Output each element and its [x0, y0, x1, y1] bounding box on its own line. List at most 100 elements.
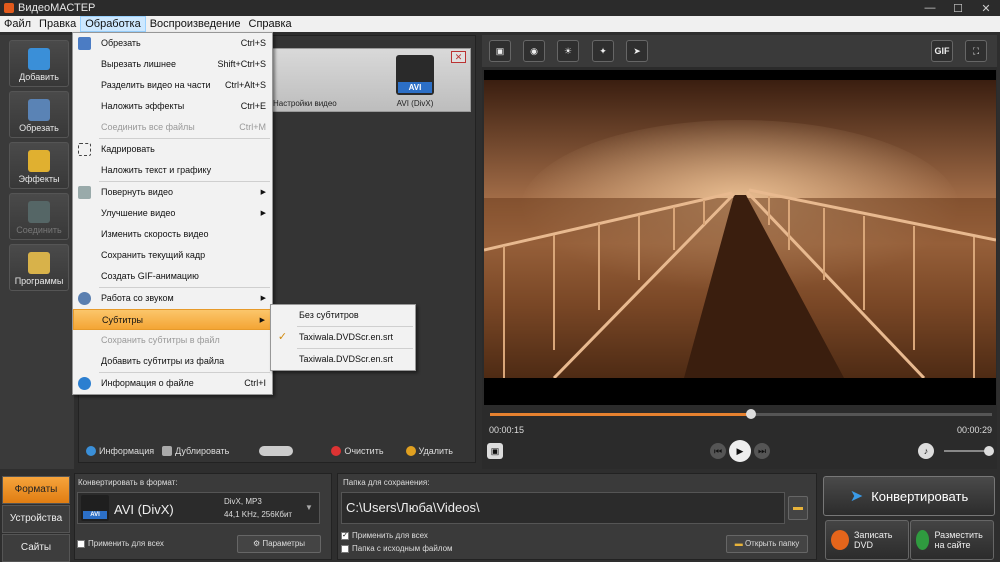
info-icon [86, 446, 96, 456]
menu-item-crop[interactable]: Кадрировать [73, 139, 272, 160]
save-folder-label: Папка для сохранения: [343, 478, 430, 487]
folder-icon[interactable]: ▬ [788, 496, 808, 520]
menu-item-speed[interactable]: Изменить скорость видео [73, 224, 272, 245]
effects-icon [28, 150, 50, 172]
checkbox[interactable] [341, 544, 349, 553]
crop-tool-icon[interactable]: ▣ [489, 40, 511, 62]
rotate-icon [78, 186, 91, 199]
fullscreen-icon[interactable]: ⛶ [965, 40, 987, 62]
publish-icon [916, 530, 930, 550]
snapshot-icon[interactable]: ◉ [523, 40, 545, 62]
info-button[interactable]: Информация [86, 446, 154, 456]
menu-item-effects[interactable]: Наложить эффекты Ctrl+E [73, 96, 272, 117]
volume-handle[interactable] [984, 446, 994, 456]
apply-all-folder[interactable]: ✓ Применить для всех [341, 531, 428, 540]
params-button[interactable]: ⚙ Параметры [237, 535, 321, 553]
clear-button[interactable]: Очистить [331, 446, 384, 456]
menu-item-sound[interactable]: Работа со звуком ▶ [73, 288, 272, 309]
menu-playback[interactable]: Воспроизведение [146, 16, 245, 32]
duplicate-icon [162, 446, 173, 456]
cut-icon [78, 37, 91, 50]
join-button[interactable]: Соединить [9, 193, 69, 240]
folder-open-icon: ▬ [734, 539, 745, 548]
clear-icon [331, 446, 342, 456]
seek-handle[interactable] [746, 409, 757, 419]
effects-button[interactable]: Эффекты [9, 142, 69, 189]
cut-button[interactable]: Обрезать [9, 91, 69, 138]
subtitle-option-2[interactable]: Taxiwala.DVDScr.en.srt [271, 349, 415, 370]
file-remove-button[interactable]: ✕ [451, 51, 466, 63]
menu-item-subtitles[interactable]: Субтитры ▶ [73, 309, 272, 330]
checkbox-checked[interactable]: ✓ [341, 531, 349, 540]
submenu-arrow-icon: ▶ [259, 317, 265, 324]
maximize-icon[interactable]: ☐ [944, 0, 972, 16]
menu-edit[interactable]: Правка [35, 16, 80, 32]
duplicate-button[interactable]: Дублировать [162, 446, 229, 456]
view-toggle-icon [259, 446, 294, 456]
enhance-icon[interactable]: ✦ [592, 40, 614, 62]
file-tools: Информация Дублировать Очистить Удалить [78, 440, 476, 462]
source-folder-option[interactable]: Папка с исходным файлом [341, 544, 453, 553]
menu-item-text-graphics[interactable]: Наложить текст и графику [73, 160, 272, 181]
join-icon [28, 201, 50, 223]
menu-item-cut[interactable]: Обрезать Ctrl+S [73, 33, 272, 54]
checkmark-icon: ✓ [277, 331, 288, 343]
apply-all-format[interactable]: Применить для всех [77, 539, 164, 548]
title-bar: ВидеоМАСТЕР — ☐ ✕ [0, 0, 1000, 16]
menu-help[interactable]: Справка [245, 16, 296, 32]
speed-icon[interactable]: ➤ [626, 40, 648, 62]
volume-icon[interactable]: ♪ [918, 443, 934, 459]
gear-icon: ⚙ [252, 539, 263, 548]
submenu-arrow-icon: ▶ [260, 210, 266, 217]
tab-devices[interactable]: Устройства [2, 505, 70, 533]
brightness-icon[interactable]: ☀ [557, 40, 579, 62]
format-spec-2: 44,1 KHz, 256Кбит [224, 510, 293, 519]
prev-frame-icon[interactable]: ⏮ [710, 443, 726, 459]
menu-item-add-subtitles[interactable]: Добавить субтитры из файла [73, 351, 272, 372]
tab-sites[interactable]: Сайты [2, 534, 70, 562]
file-format-name: AVI (DivX) [396, 99, 434, 108]
menu-bar: Файл Правка Обработка Воспроизведение Сп… [0, 16, 1000, 32]
publish-button[interactable]: Разместить на сайте [910, 520, 994, 560]
menu-item-save-subtitles[interactable]: Сохранить субтитры в файл [73, 330, 272, 351]
video-image [484, 80, 996, 378]
burn-dvd-button[interactable]: Записать DVD [825, 520, 909, 560]
menu-item-file-info[interactable]: Информация о файле Ctrl+I [73, 373, 272, 394]
sound-icon [78, 292, 91, 305]
menu-item-join-all[interactable]: Соединить все файлы Ctrl+M [73, 117, 272, 138]
view-toggle[interactable] [259, 446, 294, 456]
next-frame-icon[interactable]: ⏭ [754, 443, 770, 459]
gif-button[interactable]: GIF [931, 40, 953, 62]
menu-item-enhance[interactable]: Улучшение видео ▶ [73, 203, 272, 224]
add-button[interactable]: Добавить [9, 40, 69, 87]
subtitle-option-1[interactable]: ✓ Taxiwala.DVDScr.en.srt [271, 327, 415, 348]
delete-button[interactable]: Удалить [405, 446, 453, 456]
format-badge-small: AVI [81, 495, 109, 521]
play-icon[interactable]: ▶ [729, 440, 751, 462]
programs-icon [28, 252, 50, 274]
submenu-arrow-icon: ▶ [260, 189, 266, 196]
cut-icon [28, 99, 50, 121]
save-path-input[interactable]: C:\Users\Люба\Videos\ [341, 492, 785, 524]
menu-item-gif[interactable]: Создать GIF-анимацию [73, 266, 272, 287]
open-folder-button[interactable]: ▬ Открыть папку [726, 535, 808, 553]
app-icon [4, 3, 14, 13]
menu-processing[interactable]: Обработка [80, 16, 146, 32]
video-settings-link[interactable]: Настройки видео [273, 99, 337, 108]
delete-icon [405, 446, 416, 456]
menu-file[interactable]: Файл [0, 16, 35, 32]
snapshot-button[interactable]: ▣ [487, 443, 503, 459]
minimize-icon[interactable]: — [916, 0, 944, 16]
programs-button[interactable]: Программы [9, 244, 69, 291]
menu-item-split[interactable]: Разделить видео на части Ctrl+Alt+S [73, 75, 272, 96]
chevron-down-icon[interactable]: ▼ [305, 503, 313, 512]
menu-item-remove-extra[interactable]: Вырезать лишнее Shift+Ctrl+S [73, 54, 272, 75]
convert-button[interactable]: ➤ Конвертировать [823, 476, 995, 516]
tab-formats[interactable]: Форматы [2, 476, 70, 504]
menu-item-save-frame[interactable]: Сохранить текущий кадр [73, 245, 272, 266]
checkbox[interactable] [77, 539, 85, 548]
menu-item-rotate[interactable]: Повернуть видео ▶ [73, 182, 272, 203]
close-icon[interactable]: ✕ [972, 0, 1000, 16]
time-current: 00:00:15 [489, 425, 525, 435]
subtitle-option-none[interactable]: Без субтитров [271, 305, 415, 326]
